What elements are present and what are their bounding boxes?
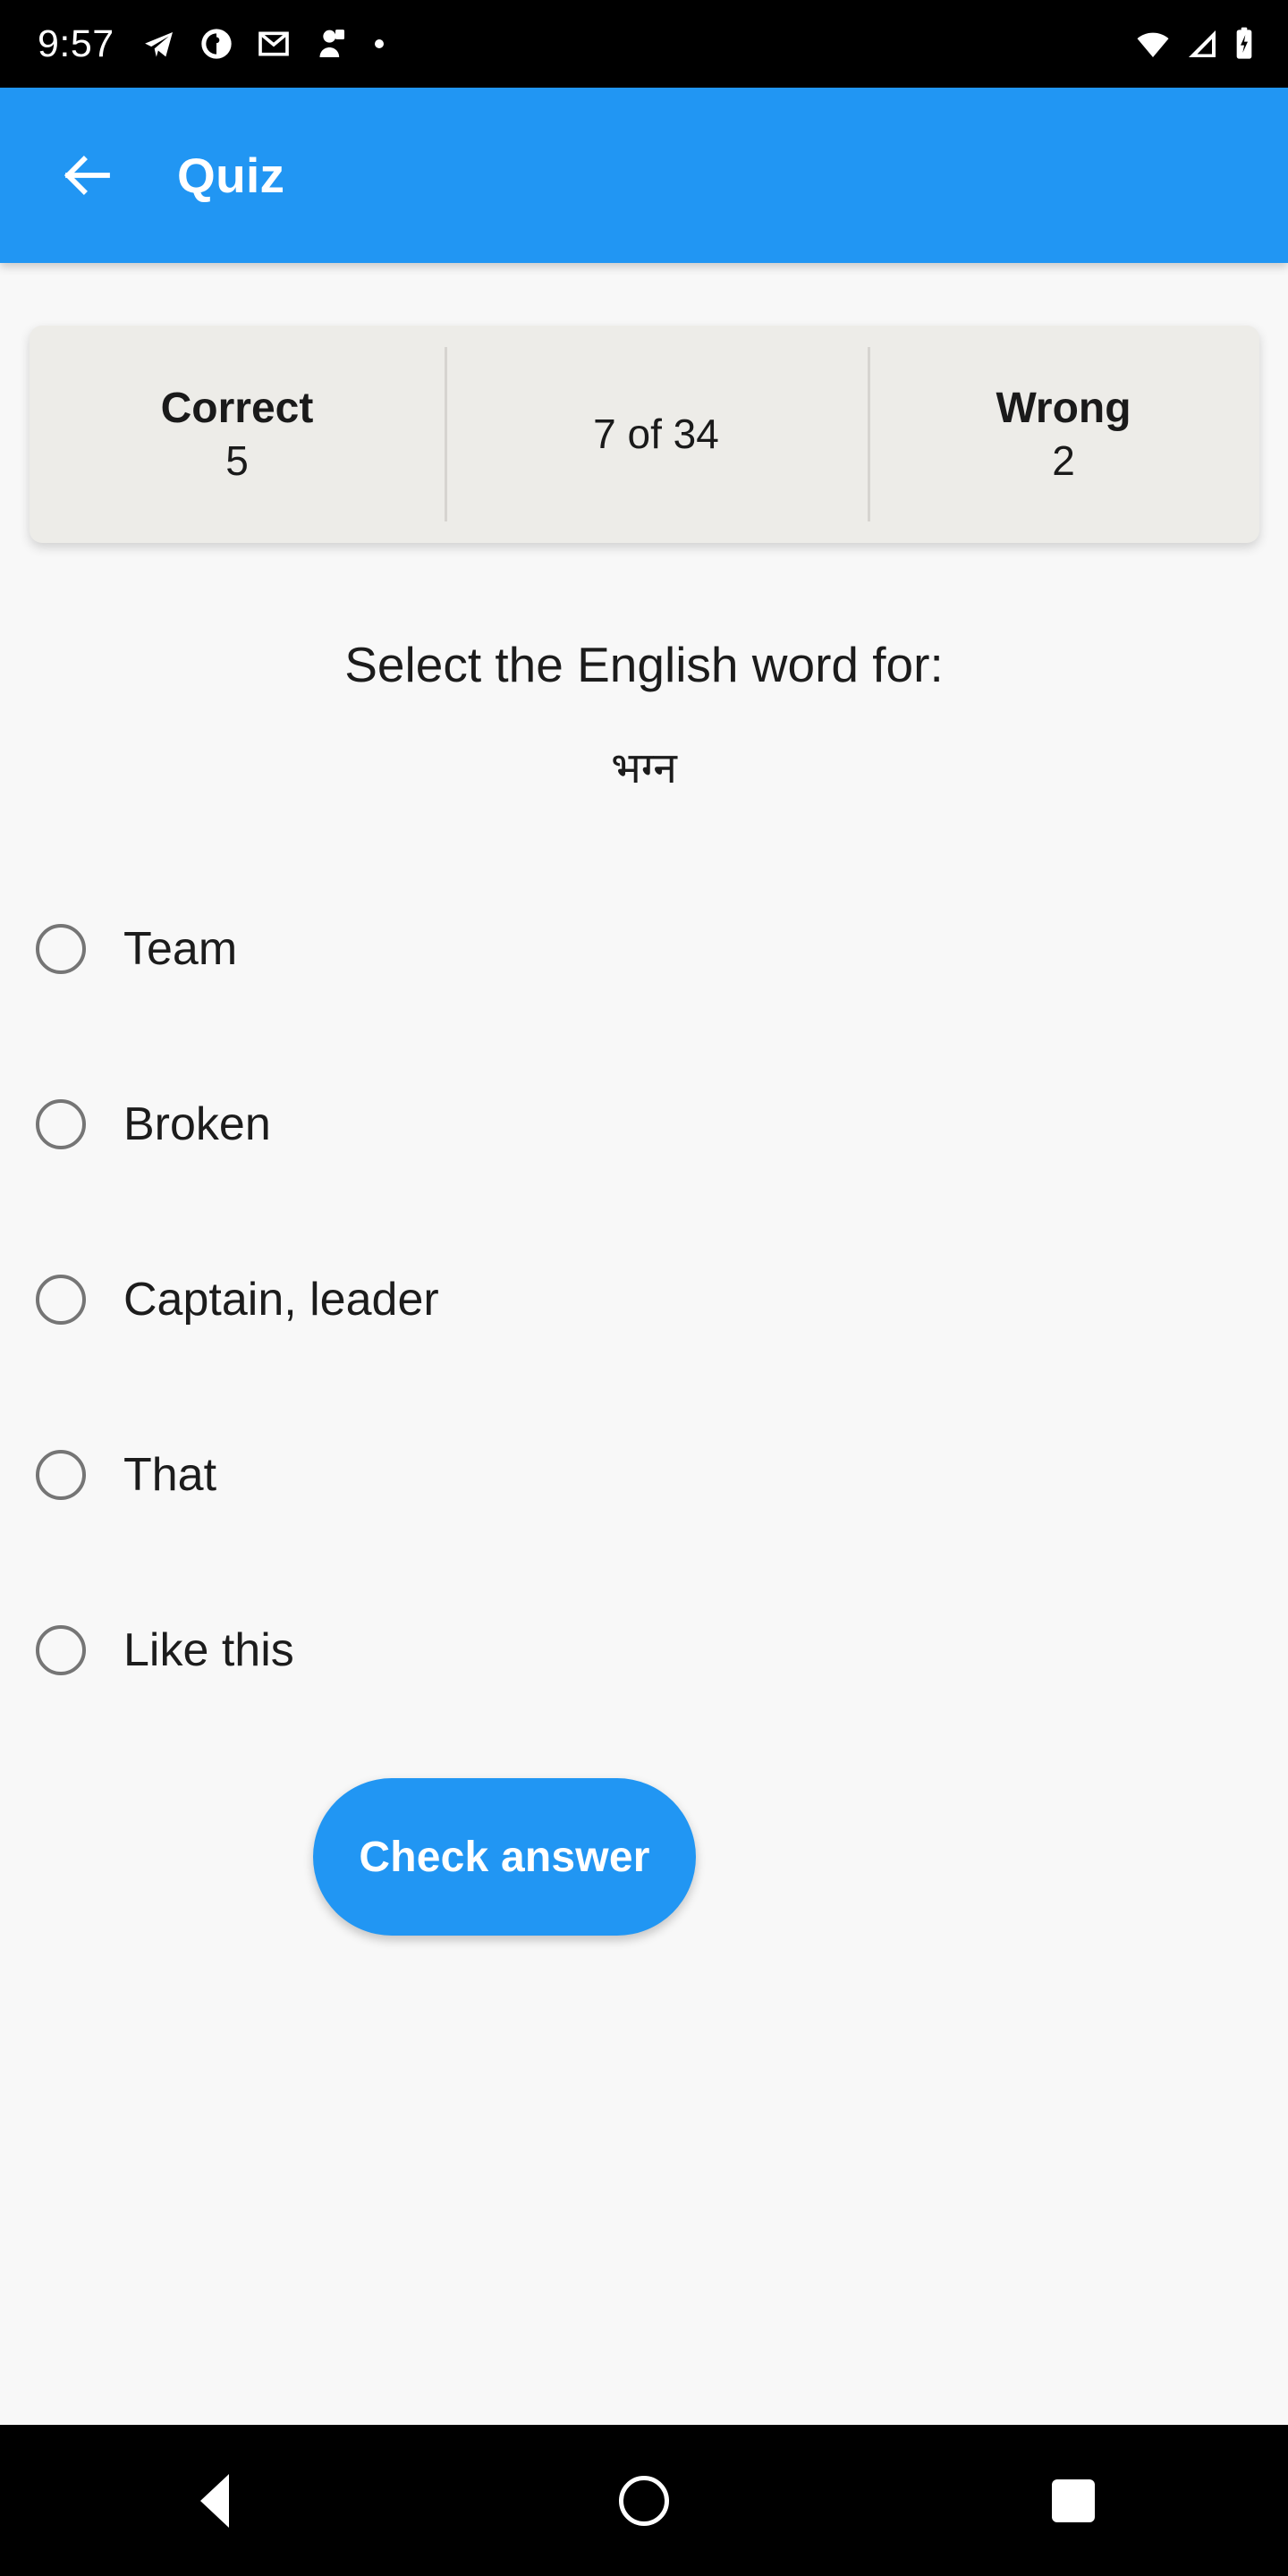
cellular-signal-icon [1189,30,1216,57]
radio-button-icon[interactable] [36,1625,86,1675]
contact-person-icon [319,30,344,57]
option-label: Captain, leader [123,1274,439,1326]
status-bar: 9:57 [0,0,1288,88]
nav-recents-square-icon [1052,2479,1095,2522]
status-bar-clock: 9:57 [38,21,114,65]
stat-wrong-label: Wrong [996,385,1131,433]
telegram-icon [144,32,173,57]
radio-button-icon[interactable] [36,1099,86,1149]
option-label: Like this [123,1624,294,1676]
battery-charging-icon [1236,27,1252,59]
check-answer-button[interactable]: Check answer [313,1778,696,1936]
option-row[interactable]: Captain, leader [0,1252,1288,1347]
question-prompt: Select the English word for: [344,637,944,692]
status-bar-notification-icons [141,26,388,62]
stat-correct: Correct 5 [30,326,445,543]
option-label: Team [123,923,238,975]
phone-screen: 9:57 Quiz Correct 5 7 of 34 Wrong 2 Sele… [0,0,1288,2576]
nav-home-circle-icon [619,2475,669,2526]
stat-progress-value: 7 of 34 [593,411,719,458]
quiz-stats-card: Correct 5 7 of 34 Wrong 2 [30,326,1259,543]
page-title: Quiz [177,147,285,203]
option-row[interactable]: Broken [0,1077,1288,1172]
gmail-icon [258,31,289,56]
back-arrow-icon [64,156,110,195]
stat-correct-label: Correct [160,385,314,433]
wifi-icon [1137,32,1169,57]
option-label: Broken [123,1098,271,1150]
option-label: That [123,1449,217,1501]
notification-dot-icon [374,39,384,48]
app-bar: Quiz [0,88,1288,263]
status-bar-system-icons [1134,26,1256,62]
option-row[interactable]: That [0,1428,1288,1522]
nav-back-button[interactable] [148,2425,282,2576]
podcast-circle-icon [201,29,232,59]
nav-back-triangle-icon [200,2473,229,2528]
stat-wrong: Wrong 2 [868,326,1259,543]
question-word: भग्न [611,745,677,792]
back-button[interactable] [34,122,141,229]
nav-home-button[interactable] [577,2425,711,2576]
radio-button-icon[interactable] [36,1275,86,1325]
radio-button-icon[interactable] [36,1450,86,1500]
stat-correct-value: 5 [225,436,249,484]
option-row[interactable]: Like this [0,1603,1288,1698]
option-row[interactable]: Team [0,902,1288,996]
answer-options-list: Team Broken Captain, leader That Like th… [0,902,1288,1698]
nav-recents-button[interactable] [1006,2425,1140,2576]
radio-button-icon[interactable] [36,924,86,974]
stat-wrong-value: 2 [1052,436,1075,484]
stat-progress: 7 of 34 [445,326,868,543]
android-navigation-bar [0,2425,1288,2576]
